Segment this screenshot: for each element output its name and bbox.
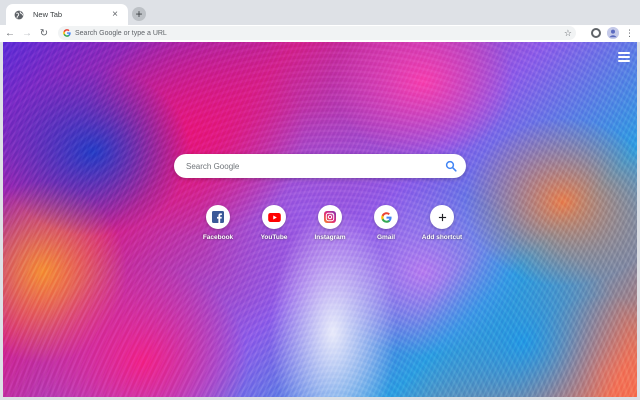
plus-icon — [438, 213, 446, 221]
new-tab-button[interactable]: + — [132, 7, 146, 21]
forward-button[interactable]: → — [20, 27, 34, 41]
omnibox-placeholder: Search Google or type a URL — [75, 29, 167, 37]
reload-button[interactable]: ↻ — [37, 27, 51, 41]
facebook-icon — [212, 211, 224, 223]
shortcut-label: Facebook — [202, 234, 234, 241]
shortcut-label: Add shortcut — [421, 234, 463, 241]
tab-title: New Tab — [33, 10, 63, 19]
youtube-icon — [267, 212, 281, 222]
tab-new-tab[interactable]: New Tab × — [6, 4, 128, 25]
shortcut-label: Instagram — [314, 234, 346, 241]
omnibox[interactable]: Search Google or type a URL ☆ — [58, 26, 576, 40]
search-input[interactable] — [186, 161, 445, 171]
menu-kebab-icon[interactable]: ⋮ — [625, 28, 634, 38]
shortcut-facebook[interactable]: Facebook — [190, 205, 246, 241]
customize-menu-icon[interactable] — [618, 52, 630, 62]
google-icon — [63, 29, 71, 37]
profile-avatar[interactable] — [607, 27, 619, 39]
shortcut-label: Gmail — [376, 234, 396, 241]
shortcut-instagram[interactable]: Instagram — [302, 205, 358, 241]
toolbar: ← → ↻ Search Google or type a URL ☆ ⋮ — [0, 25, 640, 42]
search-icon[interactable] — [445, 160, 457, 172]
instagram-icon — [324, 211, 336, 223]
globe-icon — [14, 10, 24, 20]
bookmark-star-icon[interactable]: ☆ — [564, 28, 572, 39]
new-tab-page: Facebook YouTube — [3, 42, 637, 397]
close-tab-icon[interactable]: × — [110, 9, 120, 20]
google-icon — [380, 211, 392, 223]
shortcut-youtube[interactable]: YouTube — [246, 205, 302, 241]
shortcut-gmail[interactable]: Gmail — [358, 205, 414, 241]
shortcut-add[interactable]: Add shortcut — [414, 205, 470, 241]
back-button[interactable]: ← — [3, 27, 17, 41]
extension-icon[interactable] — [591, 28, 601, 38]
shortcut-label: YouTube — [260, 234, 288, 241]
tab-strip: New Tab × + — [0, 0, 640, 25]
shortcut-grid: Facebook YouTube Instagram Gmail Add sho… — [190, 205, 470, 241]
search-box[interactable] — [174, 154, 466, 178]
